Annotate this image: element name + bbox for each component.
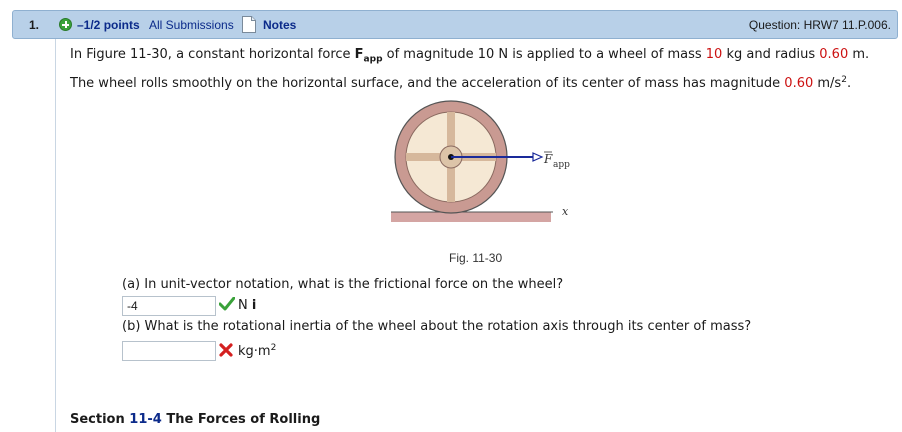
question-body xyxy=(55,39,902,432)
unit-vector: i xyxy=(251,298,257,313)
section-label: Section xyxy=(70,412,130,427)
part-b-question: (b) What is the rotational inertia of th… xyxy=(122,319,752,334)
expand-plus-icon[interactable] xyxy=(59,18,72,31)
acceleration-value: 0.60 xyxy=(784,76,814,91)
mass-value: 10 xyxy=(705,47,723,62)
unit-exponent: 2 xyxy=(270,343,277,353)
problem-text: m/s xyxy=(813,76,842,91)
problem-text: m. xyxy=(848,47,870,62)
all-submissions-link[interactable]: All Submissions xyxy=(149,18,234,32)
unit-text: kg·m xyxy=(238,344,271,359)
problem-line-1: In Figure 11-30, a constant horizontal f… xyxy=(70,47,869,65)
section-number: 11-4 xyxy=(129,412,162,427)
problem-text: . xyxy=(846,76,852,91)
force-label-subscript: app xyxy=(553,160,570,170)
note-icon[interactable] xyxy=(242,16,256,33)
question-header: 1. –1/2 points All Submissions Notes Que… xyxy=(12,10,898,39)
points-link[interactable]: –1/2 points xyxy=(77,18,140,32)
problem-text: kg and radius xyxy=(722,47,820,62)
question-number: 1. xyxy=(29,18,40,32)
unit-text: N xyxy=(238,298,248,313)
ground-surface xyxy=(391,212,551,222)
figure-caption: Fig. 11-30 xyxy=(449,251,503,265)
section-title: The Forces of Rolling xyxy=(161,412,321,427)
part-b-unit: kg·m2 xyxy=(238,343,277,360)
wheel-figure: x F app xyxy=(391,100,570,222)
part-a-question: (a) In unit-vector notation, what is the… xyxy=(122,277,564,292)
force-subscript: app xyxy=(363,54,383,65)
part-b-answer-input[interactable] xyxy=(122,341,216,361)
problem-line-2: The wheel rolls smoothly on the horizont… xyxy=(70,76,852,92)
problem-text: In Figure 11-30, a constant horizontal f… xyxy=(70,47,355,62)
question-id: Question: HRW7 11.P.006. xyxy=(748,18,891,32)
incorrect-x-icon xyxy=(219,343,233,357)
force-label: F xyxy=(543,152,553,166)
problem-text: of magnitude 10 N is applied to a wheel … xyxy=(382,47,706,62)
part-a-answer-input[interactable]: -4 xyxy=(122,296,216,316)
correct-check-icon xyxy=(219,297,235,311)
force-arrow-head xyxy=(532,152,544,162)
radius-value: 0.60 xyxy=(819,47,849,62)
x-axis-label: x xyxy=(562,205,569,218)
notes-link[interactable]: Notes xyxy=(263,18,296,32)
problem-text: The wheel rolls smoothly on the horizont… xyxy=(70,76,785,91)
section-heading: Section 11-4 The Forces of Rolling xyxy=(70,412,320,427)
part-a-unit: N i xyxy=(238,298,256,313)
force-symbol: F xyxy=(354,47,364,62)
